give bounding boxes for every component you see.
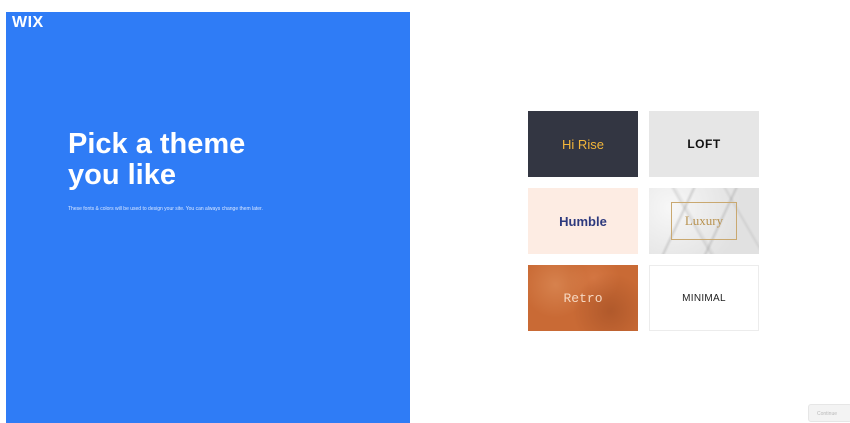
theme-name: Retro	[563, 290, 603, 306]
theme-name: Luxury	[684, 213, 724, 228]
theme-card-humble[interactable]: Humble	[528, 188, 638, 254]
theme-grid: Hi Rise LOFT Humble Luxury Retro MINIMAL	[528, 111, 759, 331]
theme-card-minimal[interactable]: MINIMAL	[649, 265, 759, 331]
theme-card-hi-rise[interactable]: Hi Rise	[528, 111, 638, 177]
theme-name: Humble	[559, 213, 607, 229]
theme-name: LOFT	[687, 137, 721, 151]
continue-button[interactable]: Continue	[808, 404, 850, 422]
wix-logo: WIX	[12, 14, 44, 31]
theme-name: MINIMAL	[682, 292, 726, 304]
theme-name: Hi Rise	[562, 136, 604, 152]
theme-card-luxury[interactable]: Luxury	[649, 188, 759, 254]
page-title: Pick a theme you like	[68, 128, 246, 191]
intro-panel: WIX Pick a theme you like These fonts & …	[6, 12, 410, 423]
page-subtitle: These fonts & colors will be used to des…	[68, 206, 263, 212]
theme-card-loft[interactable]: LOFT	[649, 111, 759, 177]
theme-card-retro[interactable]: Retro	[528, 265, 638, 331]
